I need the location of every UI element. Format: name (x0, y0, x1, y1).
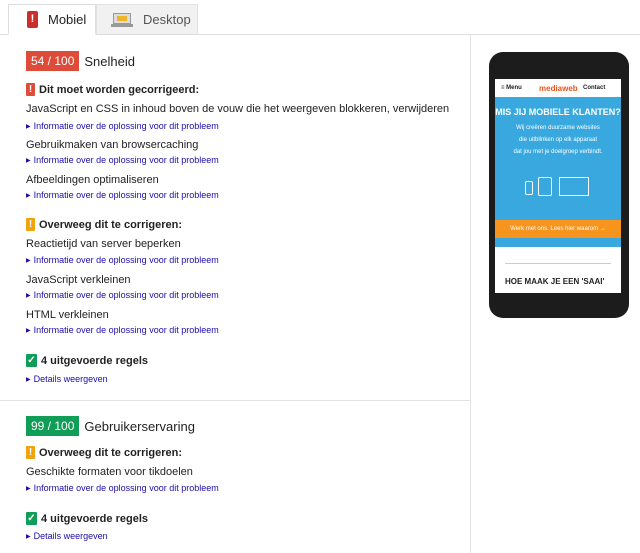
checkmark-icon: ✓ (26, 512, 37, 525)
rule-title: HTML verkleinen (26, 309, 109, 321)
tablet-device-icon (538, 177, 552, 196)
triangle-right-icon: ▶ (26, 157, 31, 164)
checkmark-icon: ✓ (26, 354, 37, 367)
triangle-right-icon: ▶ (26, 123, 31, 130)
rule-title: Reactietijd van server beperken (26, 238, 181, 250)
preview-line: dat jou met je doelgroep verbindt. (513, 149, 603, 155)
preview-contact: Contact (583, 85, 606, 91)
rule-title: Afbeeldingen optimaliseren (26, 174, 159, 186)
preview-cta: Werk met ons. Lees hier waarom → (495, 220, 621, 238)
rule-info-link-text: Informatie over de oplossing voor dit pr… (33, 483, 219, 493)
triangle-right-icon: ▶ (26, 327, 31, 334)
preview-line: Wij creëren duurzame websites (516, 125, 600, 131)
ux-title: Gebruikerservaring (84, 418, 195, 434)
tab-desktop-label: Desktop (143, 12, 191, 27)
error-icon: ! (26, 83, 35, 96)
rule-info-link-text: Informatie over de oplossing voor dit pr… (33, 290, 219, 300)
show-details-link[interactable]: ▶ Details weergeven (26, 374, 108, 384)
tab-desktop[interactable]: Desktop (96, 4, 198, 34)
rule-info-link[interactable]: ▶ Informatie over de oplossing voor dit p… (26, 190, 219, 200)
passed-rules-heading-text: 4 uitgevoerde regels (41, 512, 148, 525)
triangle-right-icon: ▶ (26, 376, 31, 383)
tab-mobile[interactable]: Mobiel (8, 4, 96, 35)
must-fix-heading-text: Dit moet worden gecorrigeerd: (39, 83, 200, 96)
rule-info-link[interactable]: ▶ Informatie over de oplossing voor dit p… (26, 121, 219, 131)
rule-title: Geschikte formaten voor tikdoelen (26, 466, 193, 478)
warning-icon: ! (26, 446, 35, 459)
mobile-preview-screen: ≡ Menu mediaweb Contact MIS JIJ MOBIELE … (495, 79, 621, 293)
consider-heading-text: Overweeg dit te corrigeren: (39, 218, 183, 231)
ux-score-badge: 99 / 100 (26, 416, 80, 436)
preview-navbar: ≡ Menu mediaweb Contact (495, 79, 621, 97)
mobile-phone-icon (27, 11, 38, 28)
passed-rules-heading: ✓ 4 uitgevoerde regels (26, 354, 148, 367)
preview-line: die uitblinken op elk apparaat (518, 137, 598, 143)
rule-info-link-text: Informatie over de oplossing voor dit pr… (33, 325, 219, 335)
rule-info-link[interactable]: ▶ Informatie over de oplossing voor dit p… (26, 255, 219, 265)
preview-logo: mediaweb (539, 84, 578, 93)
rule-info-link[interactable]: ▶ Informatie over de oplossing voor dit p… (26, 290, 219, 300)
speed-title: Snelheid (84, 53, 135, 69)
phone-device-icon (525, 181, 533, 195)
passed-rules-heading-text: 4 uitgevoerde regels (41, 354, 148, 367)
rule-info-link-text: Informatie over de oplossing voor dit pr… (33, 155, 219, 165)
warning-icon: ! (26, 218, 35, 231)
triangle-right-icon: ▶ (26, 533, 31, 540)
show-details-link-text: Details weergeven (33, 531, 108, 541)
rule-info-link-text: Informatie over de oplossing voor dit pr… (33, 121, 219, 131)
consider-heading: ! Overweeg dit te corrigeren: (26, 446, 182, 459)
show-details-link-text: Details weergeven (33, 374, 108, 384)
preview-headline: MIS JIJ MOBIELE KLANTEN? (495, 107, 621, 117)
preview-hero: MIS JIJ MOBIELE KLANTEN? Wij creëren duu… (495, 97, 621, 247)
consider-heading-text: Overweeg dit te corrigeren: (39, 446, 183, 459)
passed-rules-heading: ✓ 4 uitgevoerde regels (26, 512, 148, 525)
rule-info-link-text: Informatie over de oplossing voor dit pr… (33, 190, 219, 200)
device-tabs: Mobiel Desktop (0, 0, 640, 35)
must-fix-heading: ! Dit moet worden gecorrigeerd: (26, 83, 199, 96)
rule-title: JavaScript verkleinen (26, 274, 131, 286)
speed-score-badge: 54 / 100 (26, 51, 80, 71)
triangle-right-icon: ▶ (26, 485, 31, 492)
preview-divider (505, 263, 611, 264)
rule-title: JavaScript en CSS in inhoud boven de vou… (26, 103, 450, 115)
triangle-right-icon: ▶ (26, 192, 31, 199)
speed-score-row: 54 / 100 Snelheid (26, 51, 135, 71)
ux-score-row: 99 / 100 Gebruikerservaring (26, 416, 195, 436)
section-divider (0, 400, 470, 401)
consider-heading: ! Overweeg dit te corrigeren: (26, 218, 182, 231)
rule-title: Gebruikmaken van browsercaching (26, 139, 199, 151)
column-divider (470, 35, 471, 553)
rule-info-link-text: Informatie over de oplossing voor dit pr… (33, 255, 219, 265)
preview-menu: ≡ Menu (501, 85, 522, 91)
rule-info-link[interactable]: ▶ Informatie over de oplossing voor dit p… (26, 155, 219, 165)
rule-info-link[interactable]: ▶ Informatie over de oplossing voor dit p… (26, 483, 219, 493)
triangle-right-icon: ▶ (26, 257, 31, 264)
monitor-device-icon (559, 177, 589, 196)
triangle-right-icon: ▶ (26, 292, 31, 299)
show-details-link[interactable]: ▶ Details weergeven (26, 531, 108, 541)
laptop-icon (111, 12, 133, 27)
preview-bottom-heading: HOE MAAK JE EEN 'SAAI' (505, 277, 605, 286)
rule-info-link[interactable]: ▶ Informatie over de oplossing voor dit p… (26, 325, 219, 335)
tab-mobile-label: Mobiel (48, 12, 87, 27)
